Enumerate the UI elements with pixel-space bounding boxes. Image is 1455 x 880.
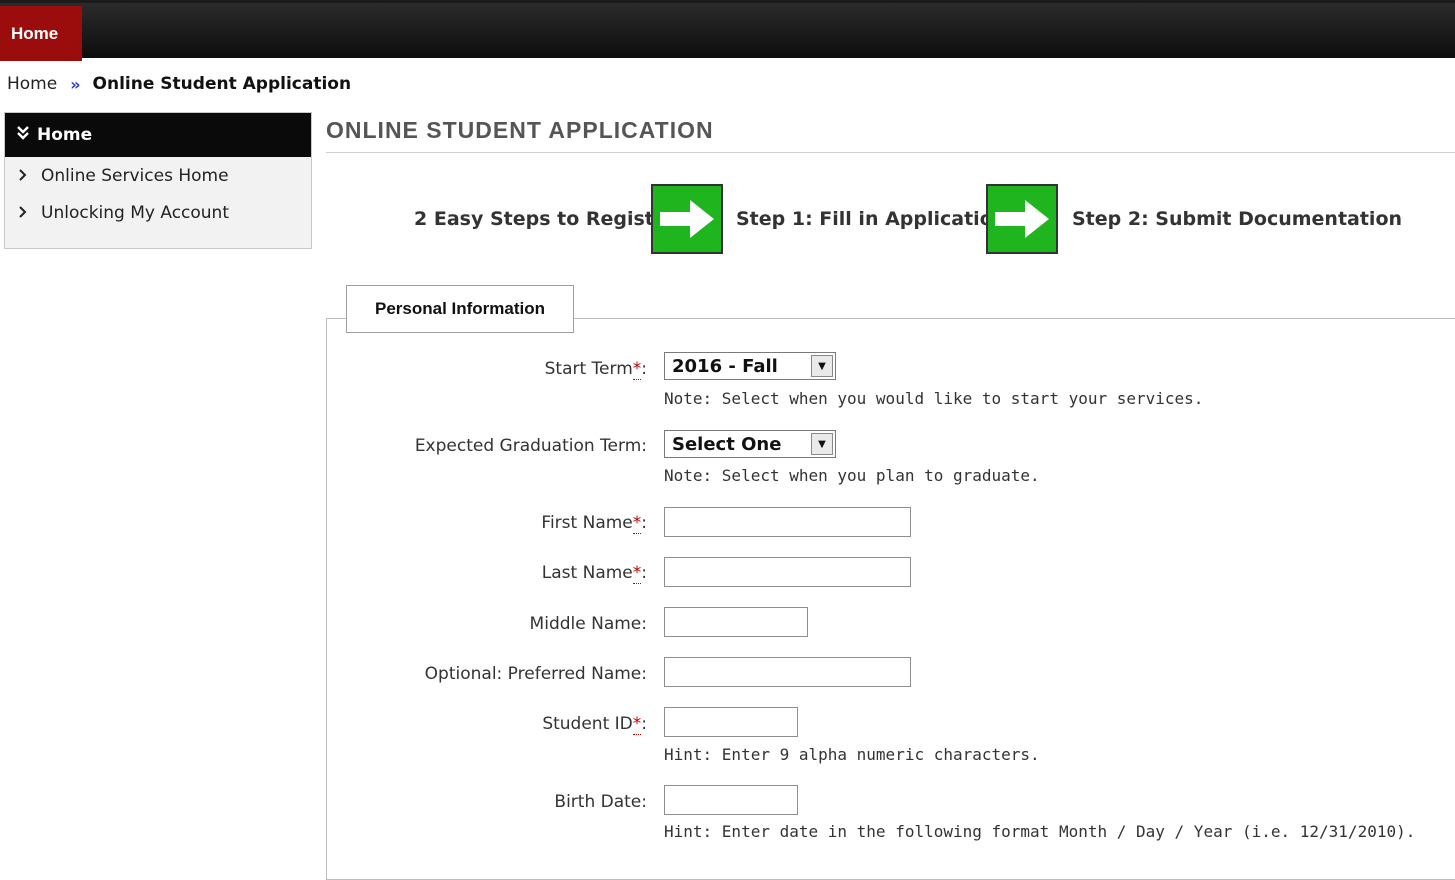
double-chevron-down-icon bbox=[17, 126, 29, 144]
preferred-name-input[interactable] bbox=[664, 657, 911, 687]
top-nav-bar: Home bbox=[0, 0, 1455, 61]
grad-term-value: Select One bbox=[672, 433, 782, 455]
middle-name-label: Middle Name: bbox=[529, 614, 647, 634]
last-name-input[interactable] bbox=[664, 557, 911, 587]
birth-date-label: Birth Date: bbox=[554, 792, 647, 812]
start-term-note: Note: Select when you would like to star… bbox=[664, 389, 1204, 408]
required-marker: * bbox=[632, 563, 642, 584]
step-2-label: Step 2: Submit Documentation bbox=[1072, 208, 1403, 230]
birth-date-hint: Hint: Enter date in the following format… bbox=[664, 822, 1416, 841]
sidebar-header-label: Home bbox=[37, 125, 93, 145]
green-arrow-right-icon bbox=[651, 184, 723, 254]
required-marker: * bbox=[632, 513, 642, 534]
first-name-label: First Name*: bbox=[541, 513, 647, 534]
start-term-value: 2016 - Fall bbox=[672, 355, 778, 377]
start-term-select[interactable]: 2016 - Fall ▼ bbox=[664, 352, 836, 380]
birth-date-input[interactable] bbox=[664, 785, 798, 815]
steps-intro: 2 Easy Steps to Register bbox=[414, 208, 677, 230]
fieldset-legend: Personal Information bbox=[346, 285, 574, 333]
breadcrumb-current: Online Student Application bbox=[92, 74, 352, 94]
first-name-input[interactable] bbox=[664, 507, 911, 537]
student-id-hint: Hint: Enter 9 alpha numeric characters. bbox=[664, 745, 1040, 764]
registration-steps: 2 Easy Steps to Register Step 1: Fill in… bbox=[0, 184, 1455, 256]
student-id-label: Student ID*: bbox=[542, 714, 647, 735]
green-arrow-right-icon bbox=[986, 184, 1058, 254]
breadcrumb-separator-icon: » bbox=[70, 74, 81, 94]
preferred-name-label: Optional: Preferred Name: bbox=[424, 664, 647, 684]
last-name-label: Last Name*: bbox=[541, 563, 647, 584]
chevron-down-icon[interactable]: ▼ bbox=[811, 355, 833, 377]
breadcrumb-home-link[interactable]: Home bbox=[7, 74, 57, 94]
chevron-right-icon bbox=[19, 167, 27, 185]
step-1-label: Step 1: Fill in Application bbox=[736, 208, 1007, 230]
start-term-label: Start Term*: bbox=[544, 359, 647, 380]
middle-name-input[interactable] bbox=[664, 607, 808, 637]
sidebar-header[interactable]: Home bbox=[5, 113, 311, 157]
title-divider bbox=[326, 152, 1455, 153]
required-marker: * bbox=[632, 714, 642, 735]
breadcrumb: Home » Online Student Application bbox=[7, 72, 351, 96]
sidebar-item-label: Online Services Home bbox=[41, 165, 229, 186]
page-title: ONLINE STUDENT APPLICATION bbox=[326, 117, 714, 143]
grad-term-label: Expected Graduation Term: bbox=[414, 436, 647, 456]
grad-term-note: Note: Select when you plan to graduate. bbox=[664, 466, 1040, 485]
required-marker: * bbox=[632, 359, 642, 380]
nav-home-tab[interactable]: Home bbox=[0, 6, 82, 61]
chevron-down-icon[interactable]: ▼ bbox=[811, 433, 833, 455]
student-id-input[interactable] bbox=[664, 707, 798, 737]
grad-term-select[interactable]: Select One ▼ bbox=[664, 430, 836, 458]
